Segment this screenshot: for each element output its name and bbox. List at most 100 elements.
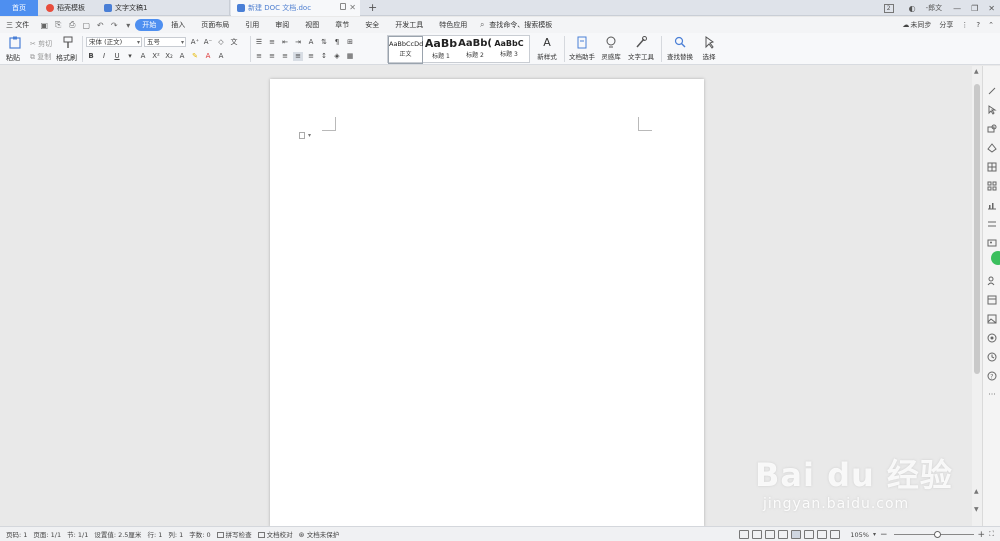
font-name-select[interactable]: 宋体 (正文) ▾ — [86, 37, 142, 47]
sync-status[interactable]: 未同步 — [910, 20, 931, 30]
shrink-font-icon[interactable]: A⁻ — [203, 38, 213, 47]
user-avatar-icon[interactable]: ◐ — [909, 4, 916, 13]
style-heading-3[interactable]: AaBbC 标题 3 — [492, 36, 526, 64]
zoom-in-icon[interactable]: + — [978, 530, 986, 540]
fullscreen-icon[interactable] — [739, 530, 750, 539]
copy-button[interactable]: ⧉ 复制 — [30, 52, 51, 62]
line-spacing-icon[interactable]: ↕ — [319, 52, 329, 61]
status-page[interactable]: 页码: 1 — [6, 529, 27, 539]
eye-protection-icon[interactable] — [830, 530, 841, 539]
numbering-icon[interactable]: ≡ — [267, 38, 277, 47]
table-icon[interactable]: ⊞ — [345, 38, 355, 47]
menu-features[interactable]: 特色应用 — [431, 20, 475, 30]
picture-icon[interactable] — [987, 314, 997, 324]
more-icon[interactable]: ⋮ — [961, 21, 968, 29]
fit-window-icon[interactable]: ⛶ — [989, 530, 994, 539]
people-icon[interactable] — [987, 276, 997, 286]
align-left-icon[interactable]: ≡ — [254, 52, 264, 61]
tab-window-icon[interactable] — [340, 3, 346, 10]
preview-icon[interactable]: ▢ — [81, 21, 91, 30]
char-border-icon[interactable]: A — [216, 52, 226, 61]
share-button[interactable]: 分享 — [939, 20, 953, 30]
font-color-icon[interactable]: A — [203, 52, 213, 61]
proofread-toggle[interactable]: 文档校对 — [257, 529, 293, 539]
scroll-up-small-icon[interactable]: ▲ — [974, 488, 979, 495]
menu-chapter[interactable]: 章节 — [327, 20, 357, 30]
protection-status[interactable]: ⊛ 文档未保护 — [299, 529, 340, 539]
menu-home[interactable]: 开始 — [135, 19, 164, 31]
status-words[interactable]: 字数: 0 — [189, 529, 210, 539]
menu-developer[interactable]: 开发工具 — [387, 20, 431, 30]
show-marks-icon[interactable]: ¶ — [332, 38, 342, 47]
format-painter-icon[interactable] — [61, 36, 75, 49]
cut-button[interactable]: ✂ 剪切 — [30, 39, 52, 49]
grid-icon[interactable] — [987, 181, 997, 191]
menu-insert[interactable]: 插入 — [163, 20, 193, 30]
cursor-icon[interactable] — [987, 105, 997, 115]
redo-icon[interactable]: ↷ — [109, 21, 119, 30]
grow-font-icon[interactable]: A⁺ — [190, 38, 200, 47]
save-icon[interactable]: ▣ — [39, 21, 49, 30]
clear-format-icon[interactable]: ◇ — [216, 38, 226, 47]
decrease-indent-icon[interactable]: ⇤ — [280, 38, 290, 47]
chevron-down-icon[interactable]: ▾ — [873, 531, 876, 538]
menu-references[interactable]: 引用 — [237, 20, 267, 30]
status-setting[interactable]: 设置值: 2.5厘米 — [94, 529, 141, 539]
minimize-icon[interactable]: — — [953, 4, 961, 13]
bullets-icon[interactable]: ☰ — [254, 38, 264, 47]
style-normal[interactable]: AaBbCcDd 正文 — [388, 36, 423, 64]
web-view-icon[interactable] — [817, 530, 828, 539]
location-icon[interactable] — [987, 333, 997, 343]
paste-options-icon[interactable] — [299, 132, 305, 139]
tab-new-doc[interactable]: 新建 DOC 文档.doc ✕ — [231, 0, 360, 16]
scroll-up-icon[interactable]: ▲ — [974, 68, 979, 75]
output-icon[interactable]: ⎘ — [53, 20, 63, 30]
zoom-value[interactable]: 105% — [850, 531, 869, 539]
page-view-icon[interactable] — [791, 530, 802, 539]
align-right-icon[interactable]: ≡ — [280, 52, 290, 61]
strikethrough-icon[interactable]: A — [138, 52, 148, 61]
shapes-icon[interactable] — [987, 124, 997, 134]
phonetic-icon[interactable]: 文 — [229, 38, 239, 47]
pen-icon[interactable] — [987, 86, 997, 96]
spell-check-toggle[interactable]: 拼写检查 — [216, 529, 252, 539]
new-tab-button[interactable]: + — [368, 1, 377, 14]
shading-icon[interactable]: ◈ — [332, 52, 342, 61]
outline-view-icon[interactable] — [752, 530, 763, 539]
edit-view-icon[interactable] — [765, 530, 776, 539]
tab-home[interactable]: 首页 — [0, 0, 38, 16]
paste-icon[interactable] — [8, 36, 22, 49]
floating-assistant-icon[interactable] — [991, 251, 1000, 265]
format-painter-label[interactable]: 格式刷 — [56, 53, 77, 63]
menu-page-layout[interactable]: 页面布局 — [193, 20, 237, 30]
sort-icon[interactable]: ⇅ — [319, 38, 329, 47]
tab-docer-templates[interactable]: 稻壳模板 — [40, 0, 98, 16]
underline-icon[interactable]: U — [112, 52, 122, 61]
text-tools-button[interactable]: 文字工具 — [625, 36, 657, 61]
chevron-down-icon[interactable]: ▾ — [125, 52, 135, 61]
find-replace-button[interactable]: 查找替换 — [664, 36, 696, 61]
scrollbar-thumb[interactable] — [974, 84, 980, 374]
restore-icon[interactable]: ❐ — [971, 4, 978, 13]
zoom-out-icon[interactable]: − — [880, 530, 888, 540]
highlight-icon[interactable]: ✎ — [190, 52, 200, 61]
table-icon[interactable] — [987, 162, 997, 172]
distributed-icon[interactable]: ≡ — [306, 52, 316, 61]
more-icon[interactable]: ··· — [987, 390, 997, 400]
align-center-icon[interactable]: ≡ — [267, 52, 277, 61]
layout-icon[interactable] — [987, 295, 997, 305]
justify-icon[interactable]: ≡ — [293, 51, 303, 61]
undo-icon[interactable]: ↶ — [95, 21, 105, 30]
close-icon[interactable]: ✕ — [988, 4, 995, 13]
image-icon[interactable] — [987, 238, 997, 248]
bold-icon[interactable]: B — [86, 52, 96, 61]
chevron-down-icon[interactable]: ▾ — [123, 21, 133, 30]
borders-icon[interactable]: ▦ — [345, 52, 355, 61]
properties-icon[interactable] — [987, 219, 997, 229]
reading-view-icon[interactable] — [778, 530, 789, 539]
tab-document-1[interactable]: 文字文稿1 — [98, 0, 230, 16]
menu-view[interactable]: 视图 — [297, 20, 327, 30]
command-search[interactable]: 查找命令、搜索模板 — [489, 20, 560, 30]
tab-close-icon[interactable]: ✕ — [349, 3, 356, 12]
doc-assistant-button[interactable]: 文档助手 — [567, 36, 597, 61]
